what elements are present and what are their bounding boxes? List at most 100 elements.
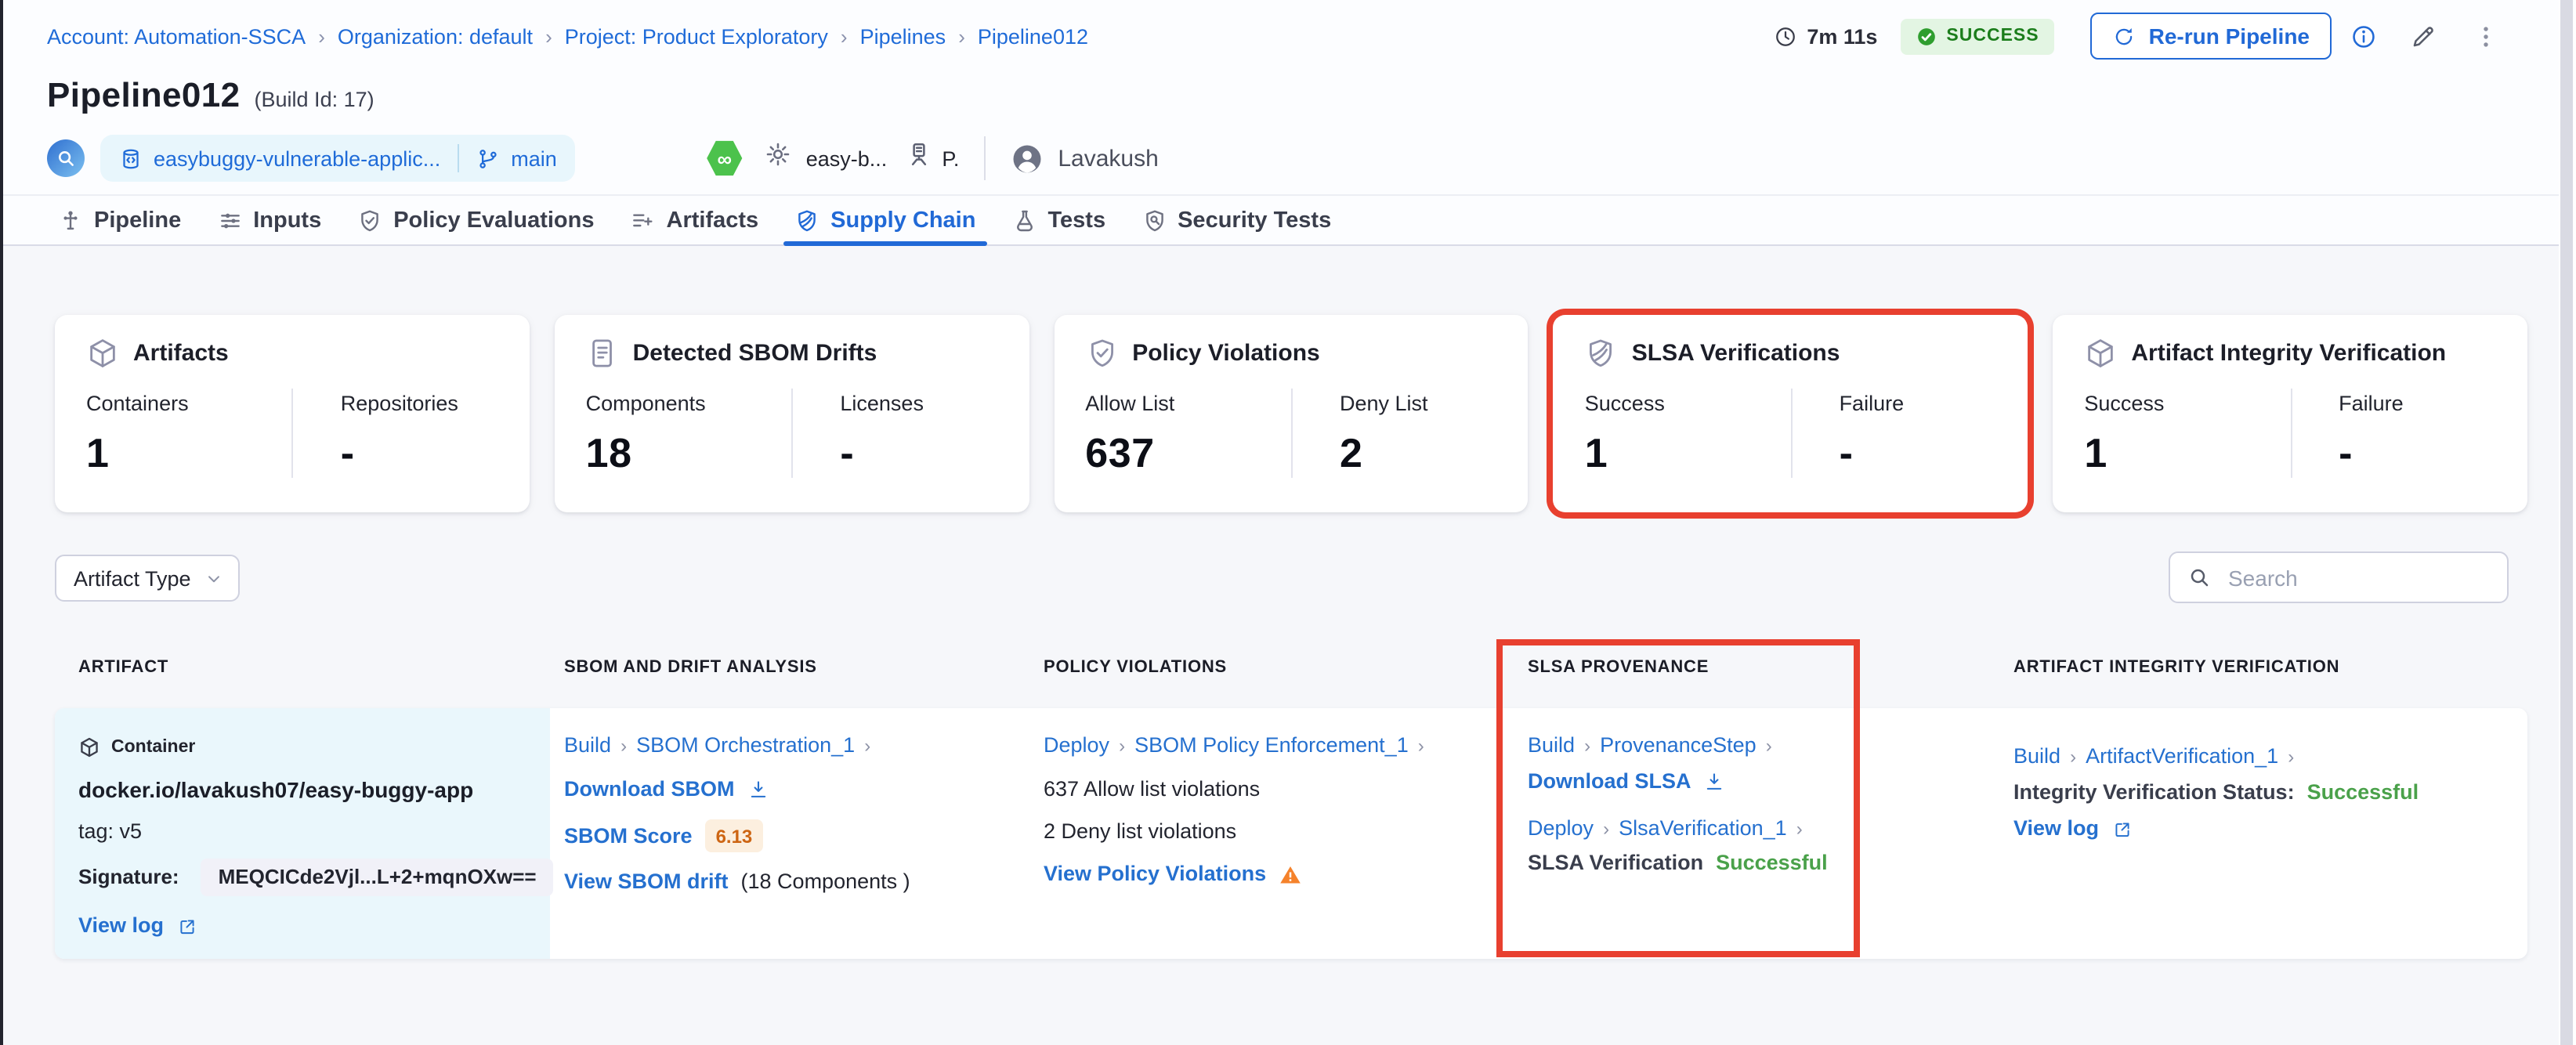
view-policy-violations-link[interactable]: View Policy Violations <box>1044 862 1266 887</box>
metric-value: - <box>1839 429 1854 476</box>
artifact-tag: tag: v5 <box>78 819 143 843</box>
metric-value: 1 <box>86 429 110 476</box>
branch-link[interactable]: main <box>476 146 557 170</box>
repo-branch-chip[interactable]: easybuggy-vulnerable-applic... main <box>100 135 576 182</box>
warning-icon <box>1279 862 1302 886</box>
breadcrumb-chevron: › <box>2070 746 2077 768</box>
kebab-menu-icon <box>2472 23 2498 49</box>
download-sbom-link[interactable]: Download SBOM <box>564 777 735 802</box>
tab-policy-evaluations[interactable]: Policy Evaluations <box>357 196 595 244</box>
column-header-artifact: ARTIFACT <box>78 658 169 677</box>
artifact-verification-step-link[interactable]: ArtifactVerification_1 <box>2086 744 2278 769</box>
policy-violations-summary-card: Policy Violations Allow List 637 Deny Lis… <box>1054 315 1529 512</box>
scrollbar-thumb[interactable] <box>2560 0 2573 1045</box>
magnifier-icon <box>55 147 77 169</box>
slsa-verifications-summary-card: SLSA Verifications Success 1 Failure - <box>1553 315 2028 512</box>
breadcrumb-link-pipelines[interactable]: Pipelines <box>860 24 946 48</box>
more-options-button[interactable] <box>2466 17 2504 55</box>
sbom-drifts-summary-card: Detected SBOM Drifts Components 18 Licens… <box>554 315 1029 512</box>
breadcrumb-link-pipeline012[interactable]: Pipeline012 <box>978 24 1088 48</box>
breadcrumb-link-project[interactable]: Project: Product Exploratory <box>565 24 828 48</box>
infrastructure-name: P. <box>942 146 960 170</box>
integrity-stage-link[interactable]: Build <box>2013 744 2060 769</box>
tab-tests[interactable]: Tests <box>1011 196 1105 244</box>
sbom-stage-link[interactable]: Build <box>564 733 611 758</box>
repo-link[interactable]: easybuggy-vulnerable-applic... <box>119 146 440 170</box>
slsa-build-stage-link[interactable]: Build <box>1528 733 1575 758</box>
branch-name: main <box>511 146 557 170</box>
provenance-step-link[interactable]: ProvenanceStep <box>1600 733 1757 758</box>
slsa-cell: Build › ProvenanceStep › Download SLSA D… <box>1514 708 1999 959</box>
edit-pipeline-button[interactable] <box>2404 17 2441 55</box>
ci-execution-icon <box>47 139 85 177</box>
policy-stage-link[interactable]: Deploy <box>1044 733 1109 758</box>
artifact-view-log-link[interactable]: View log <box>78 913 164 938</box>
rerun-pipeline-button[interactable]: Re-run Pipeline <box>2090 13 2332 60</box>
tab-supply-chain[interactable]: Supply Chain <box>783 196 986 246</box>
artifact-integrity-summary-card: Artifact Integrity Verification Success 1… <box>2053 315 2527 512</box>
tab-artifacts[interactable]: Artifacts <box>631 196 758 244</box>
tab-inputs[interactable]: Inputs <box>217 196 321 244</box>
card-title: SLSA Verifications <box>1631 340 1840 367</box>
metric-label: Deny List <box>1339 392 1428 415</box>
view-sbom-drift-link[interactable]: View SBOM drift <box>564 870 729 895</box>
build-id: (Build Id: 17) <box>254 88 374 111</box>
integrity-view-log-link[interactable]: View log <box>2013 816 2099 841</box>
slsa-verification-step-link[interactable]: SlsaVerification_1 <box>1619 816 1787 841</box>
sbom-drift-count: (18 Components ) <box>740 870 910 893</box>
metric-label: Failure <box>1839 392 1905 415</box>
breadcrumb-chevron: › <box>864 735 871 757</box>
breadcrumb-separator: › <box>545 24 552 48</box>
card-title: Detected SBOM Drifts <box>632 340 877 367</box>
search-icon <box>2187 566 2211 589</box>
info-button[interactable] <box>2344 17 2382 55</box>
run-duration-value: 7m 11s <box>1807 24 1878 48</box>
artifact-name: docker.io/lavakush07/easy-buggy-app <box>78 777 474 802</box>
sbom-score-link[interactable]: SBOM Score <box>564 823 693 848</box>
breadcrumb-chevron: › <box>1119 735 1126 757</box>
tab-security-tests[interactable]: Security Tests <box>1141 196 1331 244</box>
artifacts-tab-icon <box>631 208 656 233</box>
breadcrumb-link-organization[interactable]: Organization: default <box>338 24 533 48</box>
sbom-drifts-card-icon <box>586 337 619 370</box>
metric-label: Repositories <box>340 392 458 415</box>
breadcrumb-separator: › <box>840 24 848 48</box>
metric-value: 18 <box>585 429 632 476</box>
download-slsa-link[interactable]: Download SLSA <box>1528 769 1691 794</box>
slsa-status-label: SLSA Verification <box>1528 851 1704 874</box>
integrity-cell: Build › ArtifactVerification_1 › Integri… <box>1999 708 2527 959</box>
summary-cards: Artifacts Containers 1 Repositories - Dete… <box>55 315 2527 512</box>
tab-label: Supply Chain <box>830 208 976 233</box>
breadcrumb-link-account[interactable]: Account: Automation-SSCA <box>47 24 306 48</box>
metric-label: Success <box>1584 392 1665 415</box>
supply-chain-tab-icon <box>794 208 819 233</box>
slsa-deploy-stage-link[interactable]: Deploy <box>1528 816 1594 841</box>
sbom-cell: Build › SBOM Orchestration_1 › Download … <box>550 708 1029 959</box>
policy-evaluations-tab-icon <box>357 208 382 233</box>
left-edge-divider <box>0 0 3 1045</box>
tab-label: Tests <box>1047 208 1106 233</box>
signature-label: Signature: <box>78 865 179 888</box>
infrastructure-icon <box>906 141 932 175</box>
rerun-pipeline-label: Re-run Pipeline <box>2148 24 2310 49</box>
metric-label: Licenses <box>840 392 924 415</box>
chevron-down-icon <box>204 568 224 588</box>
allow-list-violations: 637 Allow list violations <box>1044 777 1261 801</box>
run-duration: 7m 11s <box>1774 24 1877 48</box>
sbom-step-link[interactable]: SBOM Orchestration_1 <box>636 733 855 758</box>
artifact-type-select[interactable]: Artifact Type <box>55 555 240 602</box>
tab-pipeline[interactable]: Pipeline <box>58 196 181 244</box>
metric-label: Success <box>2084 392 2165 415</box>
infinity-glyph: ∞ <box>717 146 733 170</box>
breadcrumb-separator: › <box>318 24 325 48</box>
search-input[interactable] <box>2225 563 2515 591</box>
download-icon <box>1704 771 1726 793</box>
page-header: Account: Automation-SSCA › Organization:… <box>3 0 2576 194</box>
metric-label: Failure <box>2339 392 2404 415</box>
status-badge-label: SUCCESS <box>1946 27 2039 45</box>
metric-label: Containers <box>86 392 189 415</box>
tests-tab-icon <box>1011 208 1037 233</box>
search-box[interactable] <box>2169 551 2515 603</box>
policy-step-link[interactable]: SBOM Policy Enforcement_1 <box>1134 733 1409 758</box>
signature-value: MEQCICde2Vjl...L+2+mqnOXw== <box>201 859 554 896</box>
